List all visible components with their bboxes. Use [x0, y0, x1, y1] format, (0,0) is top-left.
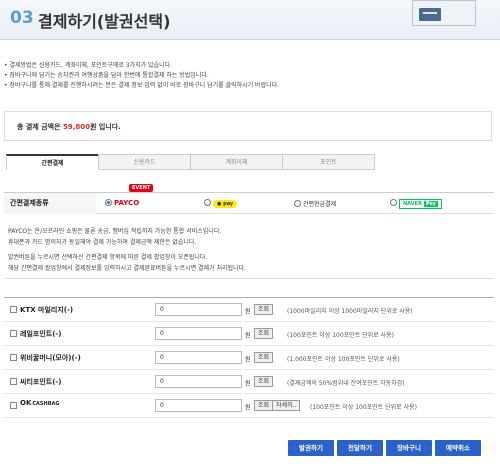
point-row-wibee: 위비꿀머니(모아)(-) 0 원 조회 (1,000포인트 이상 100포인트 … — [4, 346, 494, 370]
payco-logo: PAYCO — [114, 199, 140, 207]
tab-easy-pay[interactable]: 간편결제 — [6, 154, 99, 170]
note-item: 결제방법은 신용카드, 계좌이체, 포인트구매로 3가지가 있습니다. — [4, 61, 484, 71]
okcashbag-logo: OKCASHBAG — [20, 399, 60, 407]
ktx-amount-input[interactable]: 0 — [155, 303, 242, 316]
card-illustration-icon — [412, 0, 476, 26]
issue-ticket-button[interactable]: 발권하기 — [288, 440, 334, 456]
unit-label: 원 — [245, 332, 251, 339]
total-amount-text: 총 결제 금액은 59,800원 입니다. — [17, 123, 121, 131]
ktx-lookup-button[interactable]: 조회 — [254, 304, 274, 315]
wibee-amount-input[interactable]: 0 — [155, 351, 242, 364]
ktx-checkbox[interactable] — [10, 306, 17, 313]
note-item: 장바구니를 통해 결제를 진행하시려는 분은 결제 정보 입력 없이 바로 장바… — [4, 81, 484, 91]
payco-radio[interactable] — [105, 199, 112, 206]
cart-button[interactable]: 장바구니 — [386, 440, 432, 456]
unit-label: 원 — [245, 380, 251, 387]
unit-label: 원 — [245, 356, 251, 363]
rail-lookup-button[interactable]: 조회 — [254, 328, 274, 339]
ktx-note: (1000마일리지 이상 1000마일리지 단위로 사용) — [287, 308, 413, 315]
rail-note: (100포인트 이상 100포인트 단위로 사용) — [287, 332, 394, 339]
point-row-citi: 씨티포인트(-) 0 원 조회 (결제금액의 50%범위내 잔여포인트 자동차감… — [4, 370, 494, 394]
points-list: KTX 마일리지(-) 0 원 조회 (1000마일리지 이상 1000마일리지… — [4, 297, 494, 418]
citi-note: (결제금액의 50%범위내 잔여포인트 자동차감) — [287, 380, 405, 387]
note-item: 장바구니에 담기는 승차권과 여행상품을 담아 한번에 통합결제 하는 방법입니… — [4, 71, 484, 81]
okcashbag-note: (100포인트 이상 100포인트 단위로 사용) — [310, 404, 417, 411]
send-button[interactable]: 전달하기 — [337, 440, 383, 456]
wibee-label: 위비꿀머니(모아)(-) — [20, 354, 81, 362]
action-buttons: 발권하기 전달하기 장바구니 예약취소 — [0, 440, 500, 456]
info-text: 해당 간편결제 팝업창에서 결제정보를 입력하시고 결제완료버튼을 누르시면 결… — [8, 265, 246, 272]
easy-pay-type-label: 간편결제종류 — [4, 193, 96, 214]
tab-points[interactable]: 포인트 — [282, 154, 375, 170]
citi-amount-input[interactable]: 0 — [155, 375, 242, 388]
tab-credit-card[interactable]: 신용카드 — [98, 154, 191, 170]
unit-label: 원 — [245, 404, 251, 411]
okcashbag-checkbox[interactable] — [10, 402, 17, 409]
payco-option[interactable]: PAYCO — [105, 199, 139, 207]
cash-pay-option[interactable]: 간편현금결제 — [294, 199, 336, 208]
wibee-lookup-button[interactable]: 조회 — [254, 352, 274, 363]
naverpay-logo: NAVER Pay — [399, 199, 442, 209]
point-row-okcashbag: OKCASHBAG 0 원 조회 자세히.. (100포인트 이상 100포인트… — [4, 394, 494, 418]
okcashbag-lookup-button[interactable]: 조회 — [254, 400, 274, 411]
kakaopay-logo: ● pay — [213, 200, 238, 208]
total-amount-box: 총 결제 금액은 59,800원 입니다. — [4, 111, 492, 141]
naverpay-radio[interactable] — [390, 199, 397, 206]
okcashbag-detail-button[interactable]: 자세히.. — [272, 400, 301, 411]
citi-lookup-button[interactable]: 조회 — [254, 376, 274, 387]
info-text: 휴대폰과 카드 명의자가 동일해야 결제 가능하며 결제금액 제한은 없습니다. — [8, 239, 197, 246]
event-badge: EVENT — [129, 184, 154, 192]
ktx-label: KTX 마일리지(-) — [20, 306, 74, 314]
kakaopay-radio[interactable] — [204, 199, 211, 206]
rail-amount-input[interactable]: 0 — [155, 327, 242, 340]
step-number: 03 — [10, 8, 34, 28]
easy-pay-methods: 간편결제종류 PAYCO ● pay 간편현금결제 NAVER Pay — [4, 192, 494, 214]
citi-checkbox[interactable] — [10, 378, 17, 385]
easy-pay-info: PAYCO는 온/오프라인 쇼핑은 물론 송금, 멤버십 적립까지 가능한 통합… — [4, 226, 494, 279]
cash-pay-label: 간편현금결제 — [303, 201, 337, 208]
wibee-note: (1,000포인트 이상 100포인트 단위로 사용) — [287, 356, 400, 363]
point-row-rail: 레일포인트(-) 0 원 조회 (100포인트 이상 100포인트 단위로 사용… — [4, 322, 494, 346]
info-text: 발권버튼을 누르시면 선택하신 간편결제 항목에 따른 결제 팝업창이 오픈됩니… — [8, 254, 208, 261]
citi-label: 씨티포인트(-) — [20, 378, 62, 386]
info-text: PAYCO는 온/오프라인 쇼핑은 물론 송금, 멤버십 적립까지 가능한 통합… — [8, 228, 222, 235]
page-title: 결제하기(발권선택) — [38, 12, 171, 31]
naverpay-option[interactable]: NAVER Pay — [390, 199, 442, 209]
wibee-checkbox[interactable] — [10, 354, 17, 361]
unit-label: 원 — [245, 308, 251, 315]
payment-notes: 결제방법은 신용카드, 계좌이체, 포인트구매로 3가지가 있습니다. 장바구니… — [4, 61, 484, 91]
tab-bank-transfer[interactable]: 계좌이체 — [190, 154, 283, 170]
rail-checkbox[interactable] — [10, 330, 17, 337]
point-row-ktx: KTX 마일리지(-) 0 원 조회 (1000마일리지 이상 1000마일리지… — [4, 298, 494, 322]
total-amount-value: 59,800 — [62, 123, 90, 131]
cancel-reservation-button[interactable]: 예약취소 — [435, 440, 481, 456]
rail-label: 레일포인트(-) — [20, 330, 62, 338]
cash-pay-radio[interactable] — [294, 200, 301, 207]
kakaopay-option[interactable]: ● pay — [204, 199, 238, 208]
okcashbag-amount-input[interactable]: 0 — [155, 399, 242, 412]
payment-tabs: 간편결제 신용카드 계좌이체 포인트 — [6, 154, 376, 170]
page-header: 03 결제하기(발권선택) — [0, 0, 500, 40]
